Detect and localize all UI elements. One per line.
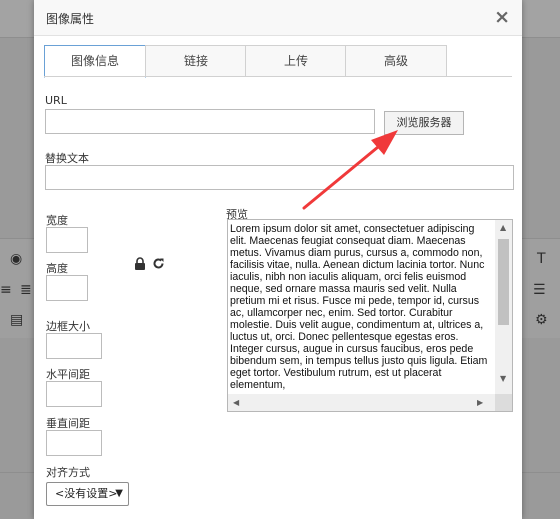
tab-label: 高级: [383, 54, 408, 68]
image-properties-dialog: 图像属性 × 图像信息 链接 上传 高级 URL 浏览服务器 替换文本 宽度 高…: [34, 0, 522, 519]
tab-label: 链接: [183, 54, 208, 68]
align-left-icon: ≣: [20, 282, 32, 298]
url-label: URL: [45, 94, 67, 107]
preview-text: Lorem ipsum dolor sit amet, consectetuer…: [230, 223, 488, 391]
hspace-input[interactable]: [46, 381, 102, 407]
tab-label: 图像信息: [70, 54, 119, 68]
tab-label: 上传: [283, 54, 308, 68]
border-size-label: 边框大小: [46, 320, 90, 333]
scrollbar-corner: [495, 394, 512, 411]
hspace-label: 水平间距: [46, 368, 90, 381]
close-icon[interactable]: ×: [494, 6, 510, 28]
width-input[interactable]: [46, 227, 88, 253]
alignment-select[interactable]: <没有设置> ▼: [46, 482, 129, 506]
tab-link[interactable]: 链接: [145, 45, 247, 77]
dialog-title: 图像属性: [46, 12, 95, 26]
tab-advanced[interactable]: 高级: [345, 45, 447, 77]
tab-divider: [44, 76, 512, 77]
refresh-icon[interactable]: [152, 257, 165, 274]
scroll-up-icon[interactable]: ▲: [500, 223, 506, 232]
vspace-input[interactable]: [46, 430, 102, 456]
vertical-scrollbar[interactable]: ▲ ▼: [495, 220, 512, 394]
browse-server-button[interactable]: 浏览服务器: [384, 111, 464, 135]
tab-upload[interactable]: 上传: [245, 45, 347, 77]
alignment-label: 对齐方式: [46, 466, 90, 479]
alt-text-label: 替换文本: [45, 152, 89, 165]
lock-icon[interactable]: [134, 257, 146, 274]
alt-text-input[interactable]: [45, 165, 514, 190]
scrollbar-thumb[interactable]: [498, 239, 509, 325]
align-justify-icon: ≡: [0, 282, 12, 298]
alignment-selected-value: <没有设置>: [55, 487, 118, 500]
vspace-label: 垂直间距: [46, 417, 90, 430]
settings-icon: ⚙: [535, 312, 548, 328]
border-size-input[interactable]: [46, 333, 102, 359]
url-input[interactable]: [45, 109, 375, 134]
height-label: 高度: [46, 262, 68, 275]
width-label: 宽度: [46, 214, 68, 227]
text-icon: T: [537, 251, 546, 267]
horizontal-scrollbar[interactable]: ◀ ▶: [228, 394, 496, 411]
radio-icon: ◉: [10, 251, 23, 267]
scroll-left-icon[interactable]: ◀: [233, 398, 239, 407]
tab-bar: 图像信息 链接 上传 高级: [44, 45, 447, 78]
chevron-down-icon: ▼: [115, 488, 123, 499]
dialog-titlebar[interactable]: 图像属性 ×: [34, 0, 522, 36]
list-icon: ☰: [533, 282, 546, 298]
scroll-right-icon[interactable]: ▶: [477, 398, 483, 407]
tab-image-info[interactable]: 图像信息: [44, 45, 146, 78]
scroll-down-icon[interactable]: ▼: [500, 374, 506, 383]
height-input[interactable]: [46, 275, 88, 301]
template-icon: ▤: [10, 312, 24, 328]
preview-box[interactable]: Lorem ipsum dolor sit amet, consectetuer…: [227, 219, 513, 412]
